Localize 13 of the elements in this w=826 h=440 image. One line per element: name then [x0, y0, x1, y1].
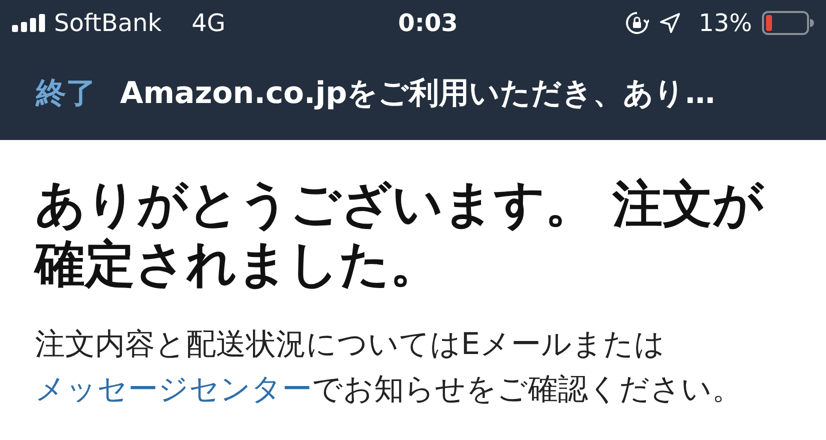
confirmation-heading: ありがとうございます。 注文が確定されました。 — [35, 174, 766, 294]
carrier-name: SoftBank — [54, 8, 162, 39]
location-arrow-icon — [658, 12, 681, 34]
signal-icon — [12, 14, 46, 32]
battery-percent: 13% — [698, 8, 752, 39]
clock-time: 0:03 — [398, 8, 458, 39]
message-center-link[interactable]: メッセージセンター — [35, 372, 312, 407]
page-title: Amazon.co.jpをご利用いただき、あり… — [120, 74, 716, 112]
confirmation-message: 注文内容と配送状況についてはEメールまたは メッセージセンターでお知らせをご確認ください。 — [35, 326, 743, 409]
network-type: 4G — [192, 8, 226, 39]
battery-icon — [762, 11, 814, 35]
rotation-lock-icon — [624, 11, 649, 35]
done-button[interactable]: 終了 — [36, 70, 96, 116]
